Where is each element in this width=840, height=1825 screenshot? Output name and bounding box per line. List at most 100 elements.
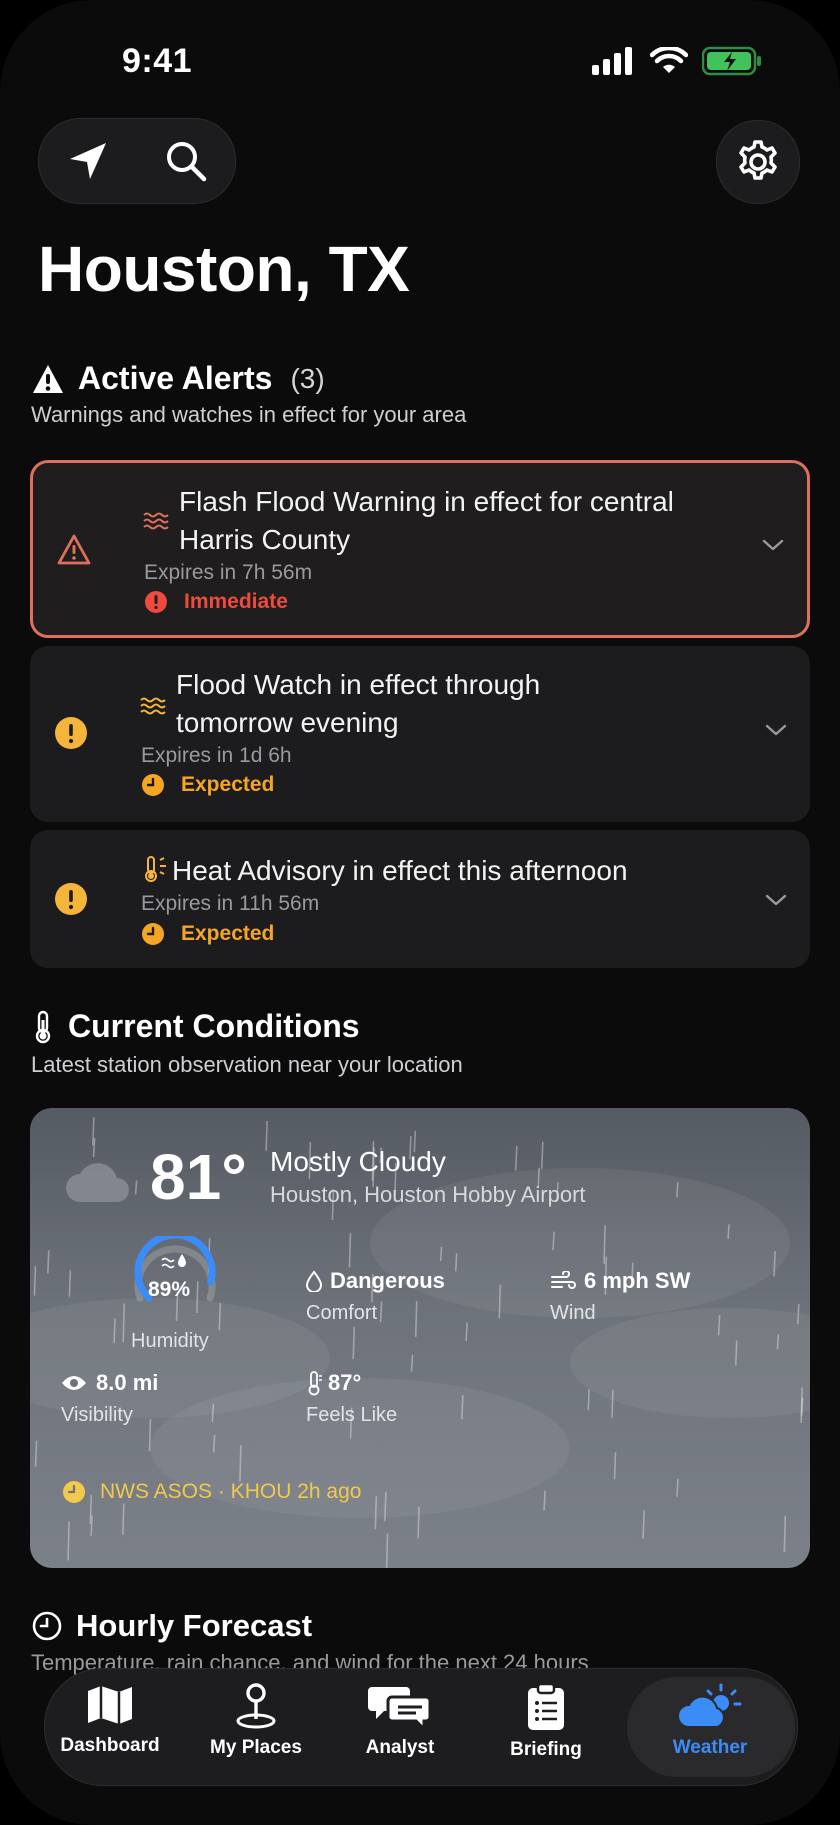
rain-streak [776, 1334, 780, 1350]
droplet-icon [306, 1270, 322, 1292]
rain-streak [92, 1117, 95, 1146]
alert-title-line2: tomorrow evening [176, 707, 399, 738]
search-icon[interactable] [164, 139, 208, 183]
tab-label: My Places [210, 1737, 302, 1758]
rain-streak [92, 1138, 96, 1157]
tab-briefing[interactable]: Briefing [481, 1683, 611, 1773]
tab-analyst[interactable]: Analyst [335, 1683, 465, 1773]
tab-my-places[interactable]: My Places [191, 1683, 321, 1773]
tab-dashboard[interactable]: Dashboard [45, 1683, 175, 1773]
alert-title-line2: Harris County [179, 524, 351, 555]
conditions-subtitle: Latest station observation near your loc… [31, 1052, 463, 1077]
chevron-down-icon[interactable] [761, 537, 785, 553]
hourly-title: Hourly Forecast [76, 1608, 313, 1643]
map-pin-icon [236, 1683, 276, 1729]
wind-label: Wind [550, 1302, 596, 1324]
comfort-label: Comfort [306, 1302, 378, 1324]
eye-icon [62, 1376, 86, 1390]
rain-streak [603, 1225, 606, 1265]
rain-streak [800, 1397, 804, 1416]
conditions-header: Current Conditions [32, 1008, 360, 1045]
comfort-stat: Dangerous [306, 1268, 445, 1294]
tab-weather[interactable]: Weather [645, 1683, 775, 1773]
location-arrow-icon[interactable] [66, 139, 110, 183]
status-bar: 9:41 [0, 40, 840, 84]
clock-icon [142, 923, 164, 945]
status-icons [592, 46, 762, 76]
thermometer-sun-icon [145, 856, 166, 882]
wifi-icon [650, 47, 688, 73]
rain-streak [783, 1515, 787, 1553]
feels-like-stat: 87° [306, 1370, 361, 1396]
clock-icon [63, 1481, 85, 1503]
rain-streak [552, 1231, 555, 1251]
map-icon [88, 1686, 132, 1724]
alert-title: Flash Flood Warning in effect for centra… [179, 483, 674, 559]
tab-label: Dashboard [60, 1735, 160, 1756]
rain-streak [68, 1270, 72, 1297]
rain-streak [417, 1506, 420, 1539]
alert-card-flash-flood[interactable]: Flash Flood Warning in effect for centra… [30, 460, 810, 638]
rain-streak [587, 1389, 591, 1411]
wind-icon [551, 1271, 576, 1289]
rain-streak [717, 1315, 721, 1336]
rain-streak [461, 1394, 464, 1420]
thermometer-icon [35, 1010, 51, 1043]
rain-streak [514, 1145, 518, 1171]
settings-button[interactable] [716, 120, 800, 204]
condition-summary: Mostly Cloudy [270, 1146, 446, 1177]
alert-title-line1: Flood Watch in effect through [176, 669, 541, 700]
alerts-header: Active Alerts (3) [32, 360, 325, 397]
current-conditions-card[interactable]: 81° Mostly Cloudy Houston, Houston Hobby… [30, 1108, 810, 1568]
rain-streak [465, 1322, 468, 1342]
warning-triangle-outline-icon [57, 534, 91, 565]
comfort-value: Dangerous [330, 1268, 445, 1293]
exclamation-circle-icon [55, 717, 87, 749]
feels-like-value: 87° [328, 1370, 362, 1395]
conditions-title: Current Conditions [68, 1008, 360, 1044]
wind-value: 6 mph SW [584, 1268, 691, 1293]
humidity-label: Humidity [131, 1330, 209, 1352]
alerts-count: (3) [290, 362, 325, 394]
flood-waves-icon [140, 697, 166, 715]
clipboard-list-icon [528, 1683, 564, 1730]
city-title: Houston, TX [38, 233, 410, 305]
source-text: NWS ASOS · KHOU 2h ago [100, 1480, 362, 1503]
cloud-icon [66, 1163, 129, 1202]
alert-card-heat-advisory[interactable]: Heat Advisory in effect this afternoon E… [30, 830, 810, 968]
feels-like-label: Feels Like [306, 1404, 398, 1426]
rain-streak [676, 1182, 679, 1198]
thermometer-icon [308, 1371, 322, 1396]
location-search-pill [38, 118, 236, 204]
chevron-down-icon[interactable] [764, 892, 788, 908]
tab-bar: Dashboard My Places Analyst Briefing Wea… [44, 1668, 798, 1786]
phone-screen: 9:41 Houston, TX Active Alerts (3) Warni… [0, 0, 840, 1825]
rain-streak [498, 1284, 502, 1319]
alert-card-flood-watch[interactable]: Flood Watch in effect through tomorrow e… [30, 646, 810, 822]
rain-streak [33, 1266, 37, 1296]
rain-streak [113, 1318, 116, 1344]
rain-streak [148, 1419, 152, 1452]
rain-streak [414, 1301, 418, 1337]
visibility-stat: 8.0 mi [60, 1370, 158, 1396]
alert-severity: Immediate [144, 590, 288, 614]
rain-streak [211, 1403, 215, 1422]
exclamation-circle-icon [145, 591, 167, 613]
alert-severity-label: Expected [181, 773, 275, 796]
rain-streak [384, 1491, 387, 1522]
rain-streak [34, 1440, 38, 1467]
rain-streak [374, 1496, 378, 1530]
chevron-down-icon[interactable] [764, 722, 788, 738]
gear-icon [739, 140, 777, 180]
observation-source: NWS ASOS · KHOU 2h ago [62, 1480, 361, 1504]
hourly-header: Hourly Forecast [32, 1608, 312, 1644]
rain-streak [410, 1354, 414, 1372]
exclamation-circle-icon [55, 883, 87, 915]
current-temp: 81° [150, 1141, 247, 1213]
humidity-value: 89% [148, 1278, 191, 1301]
rain-streak [348, 1233, 352, 1268]
alert-expires: Expires in 7h 56m [144, 561, 313, 584]
rain-streak [67, 1521, 70, 1561]
rain-streak [727, 1224, 730, 1240]
flood-waves-icon [143, 512, 169, 530]
